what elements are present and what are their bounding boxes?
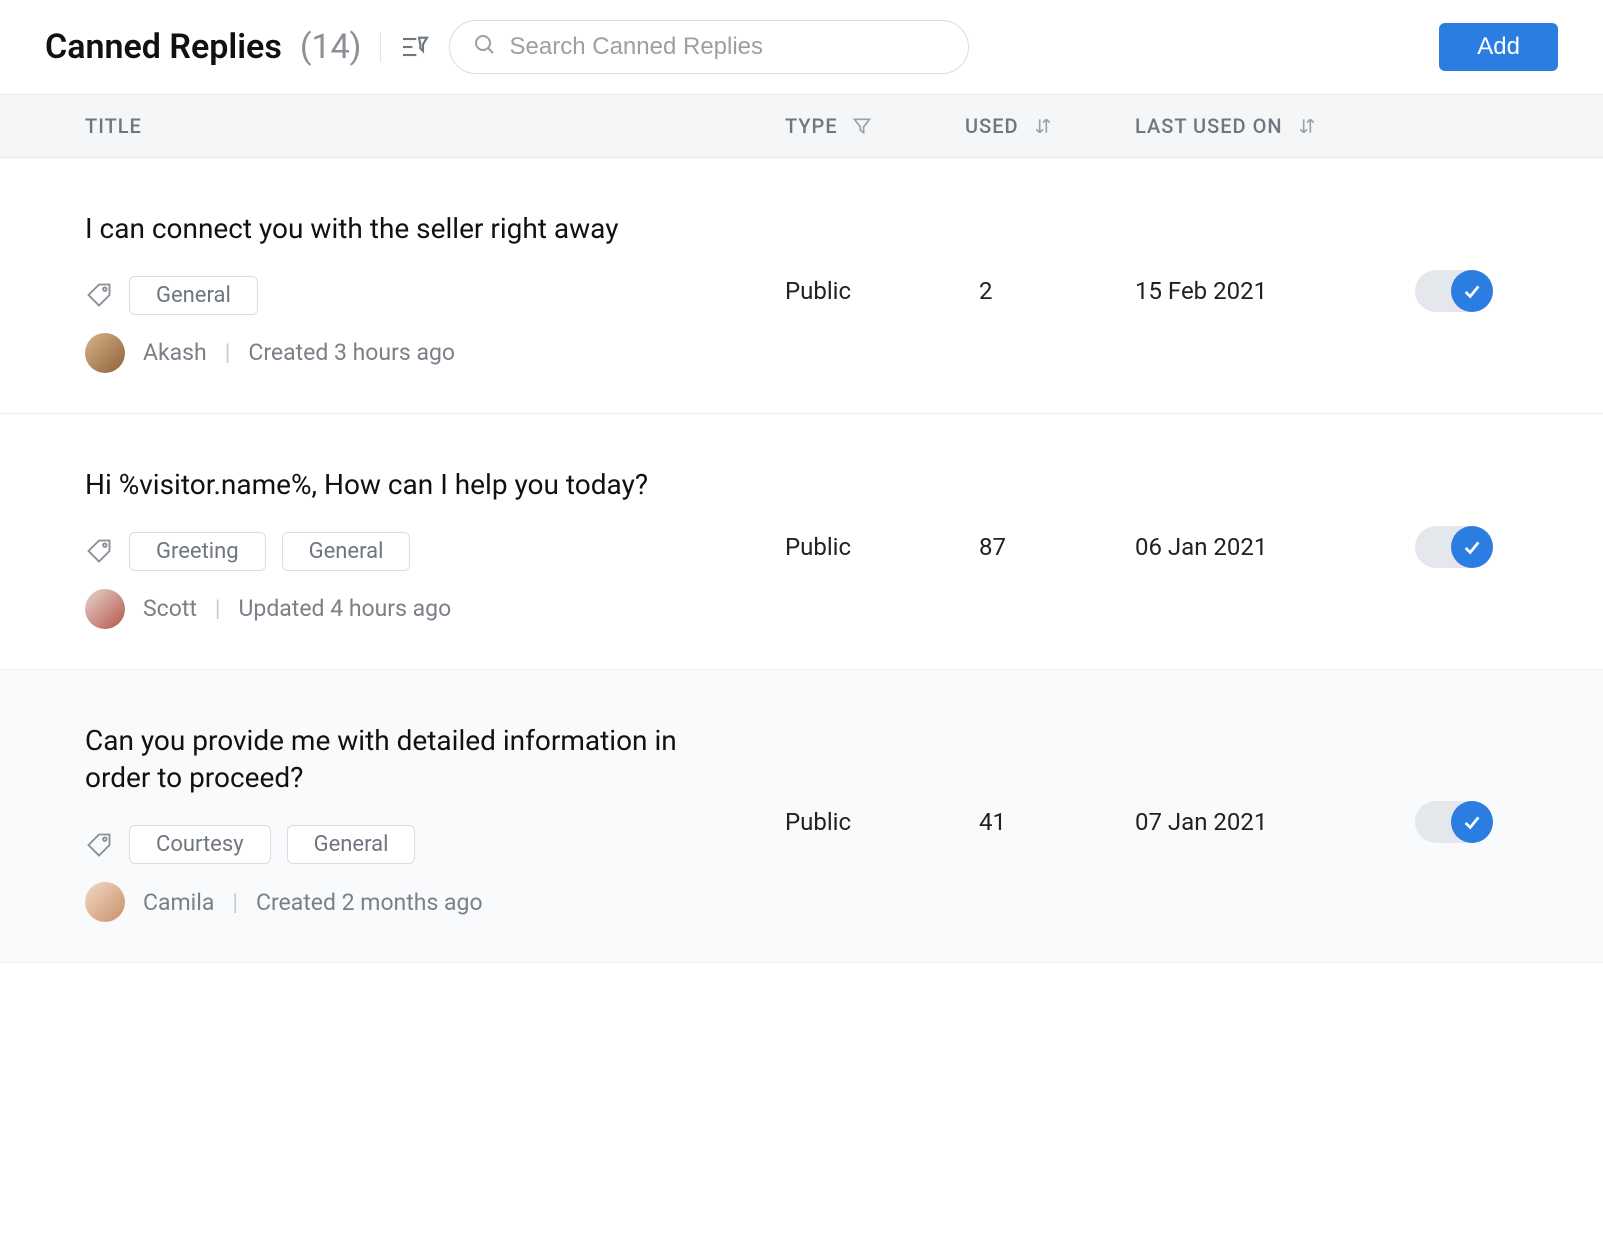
tag-icon (85, 281, 113, 309)
column-title[interactable]: TITLE (85, 114, 785, 138)
tag-line: General (85, 276, 785, 315)
meta-separator: | (215, 595, 221, 622)
page-count: (14) (300, 27, 362, 67)
tag-line: Greeting General (85, 532, 785, 571)
tag[interactable]: General (129, 276, 258, 315)
sort-icon[interactable] (1297, 116, 1317, 136)
search-input[interactable] (449, 20, 969, 74)
row-type: Public (785, 808, 965, 836)
row-main: Hi %visitor.name%, How can I help you to… (85, 466, 785, 629)
row-main: Can you provide me with detailed informa… (85, 722, 785, 923)
row-toggle-cell (1395, 801, 1558, 843)
column-type-label: TYPE (785, 114, 838, 138)
filter-icon[interactable] (399, 31, 431, 63)
reply-title: Hi %visitor.name%, How can I help you to… (85, 466, 745, 504)
tag[interactable]: Greeting (129, 532, 266, 571)
funnel-icon[interactable] (852, 116, 872, 136)
check-icon (1451, 526, 1493, 568)
row-last-used: 15 Feb 2021 (1135, 277, 1395, 305)
enable-toggle[interactable] (1415, 526, 1493, 568)
sort-icon[interactable] (1033, 116, 1053, 136)
row-used: 41 (965, 808, 1135, 836)
tag[interactable]: General (282, 532, 411, 571)
author-name: Camila (143, 889, 214, 916)
row-toggle-cell (1395, 270, 1558, 312)
tag-line: Courtesy General (85, 825, 785, 864)
table-row[interactable]: Can you provide me with detailed informa… (0, 670, 1603, 964)
reply-title: I can connect you with the seller right … (85, 210, 745, 248)
rows-container: I can connect you with the seller right … (0, 158, 1603, 963)
column-used-label: USED (965, 114, 1019, 138)
enable-toggle[interactable] (1415, 270, 1493, 312)
row-last-used: 07 Jan 2021 (1135, 808, 1395, 836)
reply-title: Can you provide me with detailed informa… (85, 722, 745, 798)
meta-separator: | (232, 889, 238, 916)
check-icon (1451, 801, 1493, 843)
page-header: Canned Replies (14) Add (0, 0, 1603, 94)
column-used[interactable]: USED (965, 114, 1135, 138)
meta-text: Created 3 hours ago (248, 339, 455, 366)
row-toggle-cell (1395, 526, 1558, 568)
search-icon (473, 33, 497, 61)
meta-line: Camila | Created 2 months ago (85, 882, 785, 922)
author-name: Akash (143, 339, 207, 366)
search-wrap (449, 20, 969, 74)
column-last-used-label: LAST USED ON (1135, 114, 1283, 138)
meta-separator: | (225, 339, 231, 366)
author-name: Scott (143, 595, 197, 622)
enable-toggle[interactable] (1415, 801, 1493, 843)
meta-line: Akash | Created 3 hours ago (85, 333, 785, 373)
add-button[interactable]: Add (1439, 23, 1558, 71)
avatar (85, 882, 125, 922)
column-header-row: TITLE TYPE USED LAST USED ON (0, 94, 1603, 158)
row-type: Public (785, 277, 965, 305)
avatar (85, 333, 125, 373)
tag-icon (85, 831, 113, 859)
check-icon (1451, 270, 1493, 312)
meta-line: Scott | Updated 4 hours ago (85, 589, 785, 629)
row-last-used: 06 Jan 2021 (1135, 533, 1395, 561)
row-used: 87 (965, 533, 1135, 561)
divider (380, 32, 381, 62)
table-row[interactable]: Hi %visitor.name%, How can I help you to… (0, 414, 1603, 670)
column-last-used[interactable]: LAST USED ON (1135, 114, 1395, 138)
row-main: I can connect you with the seller right … (85, 210, 785, 373)
table-row[interactable]: I can connect you with the seller right … (0, 158, 1603, 414)
row-type: Public (785, 533, 965, 561)
avatar (85, 589, 125, 629)
page-title: Canned Replies (45, 27, 282, 67)
meta-text: Created 2 months ago (256, 889, 483, 916)
column-type[interactable]: TYPE (785, 114, 965, 138)
tag-icon (85, 537, 113, 565)
row-used: 2 (965, 277, 1135, 305)
tag[interactable]: Courtesy (129, 825, 271, 864)
tag[interactable]: General (287, 825, 416, 864)
meta-text: Updated 4 hours ago (239, 595, 452, 622)
